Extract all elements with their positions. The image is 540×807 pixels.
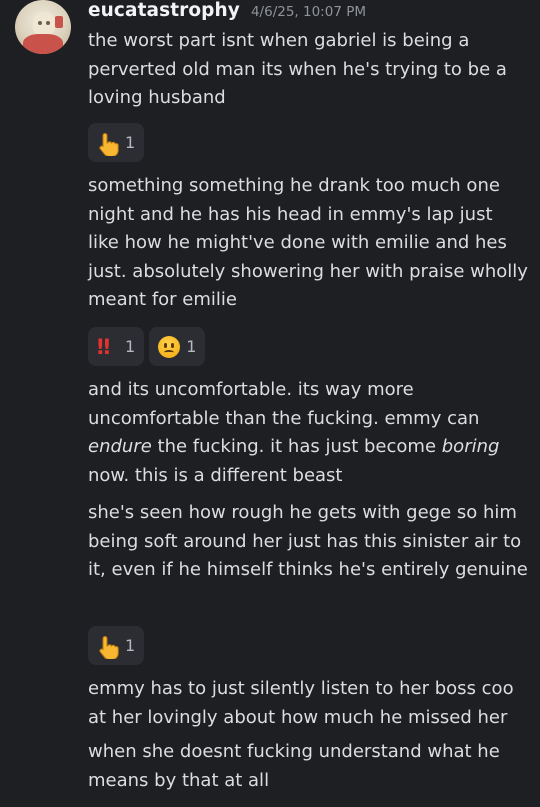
- message-text: the worst part isnt when gabriel is bein…: [88, 30, 507, 108]
- message-text: she's seen how rough he gets with gege s…: [88, 502, 528, 580]
- reaction-pointing-up[interactable]: 1: [88, 123, 145, 162]
- message-text: when she doesnt fucking understand what …: [88, 741, 500, 791]
- timestamp[interactable]: 4/6/25, 10:07 PM: [251, 4, 366, 20]
- message-text: emmy has to just silently listen to her …: [88, 678, 514, 728]
- emphasized-text: endure: [88, 436, 152, 457]
- user-avatar[interactable]: [15, 0, 71, 54]
- reaction-count: 1: [125, 636, 136, 655]
- pointing-up-hand-icon: [97, 132, 119, 156]
- frowning-face-icon: [158, 335, 181, 358]
- message-text: something something he drank too much on…: [88, 175, 528, 310]
- reaction-pointing-up[interactable]: 1: [88, 626, 145, 665]
- double-exclamation-icon: ‼: [97, 334, 110, 359]
- emphasized-text: boring: [441, 436, 500, 457]
- text-segment: now. this is a different beast: [88, 464, 343, 486]
- text-segment: and its uncomfortable. its way more unco…: [88, 379, 480, 429]
- reaction-double-exclamation[interactable]: ‼ 1: [88, 327, 145, 366]
- pointing-up-hand-icon: [97, 635, 119, 659]
- reaction-count: 1: [186, 337, 197, 356]
- reaction-bar: 1: [88, 626, 145, 665]
- message-text: and its uncomfortable. its way more unco…: [88, 376, 528, 490]
- reaction-count: 1: [125, 133, 136, 152]
- username[interactable]: eucatastrophy: [88, 0, 240, 21]
- message-header: eucatastrophy 4/6/25, 10:07 PM: [88, 0, 366, 24]
- reaction-count: 1: [125, 337, 136, 356]
- reaction-bar: 1: [88, 123, 145, 162]
- reaction-bar: ‼ 1 1: [88, 327, 206, 366]
- reaction-frowning-face[interactable]: 1: [149, 327, 206, 366]
- text-segment: the fucking. it has just become: [151, 436, 442, 457]
